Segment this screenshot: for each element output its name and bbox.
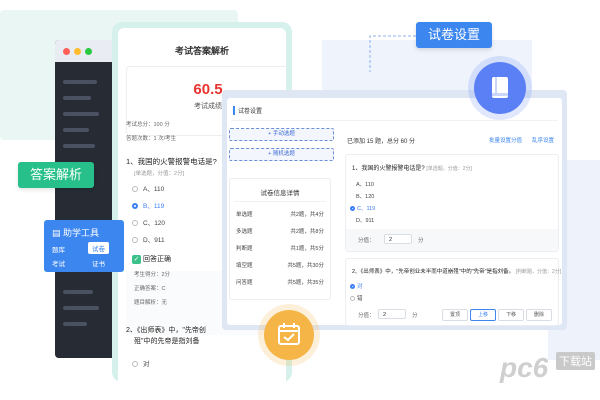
paper-settings-card: 试卷设置 + 手动选题 + 随机选题 试卷信息详情 单选题 共2题，共4分 多选题… (227, 98, 562, 326)
manual-select-button[interactable]: + 手动选题 (229, 128, 334, 141)
delete-button[interactable]: 删除 (526, 309, 552, 321)
q1-meta: [单选题，分值：2分] (134, 171, 185, 177)
pc6-watermark: pc6 下载站 (500, 346, 596, 396)
move-up-button[interactable]: 上移 (470, 309, 496, 321)
dark-sidebar (55, 62, 113, 358)
shuffle-link[interactable]: 乱序设置 (532, 136, 554, 144)
dashed-connector (369, 35, 416, 72)
maximize-dot-icon[interactable] (85, 48, 92, 55)
sq2-score-input[interactable]: 2 (378, 309, 406, 319)
move-top-button[interactable]: 置顶 (442, 309, 468, 321)
minimize-dot-icon[interactable] (74, 48, 81, 55)
book-icon (492, 77, 508, 98)
calendar-check-icon (278, 323, 300, 345)
calendar-badge (264, 310, 314, 360)
skeleton-line (63, 322, 87, 326)
help-tools-panel: ▤ 助学工具 题库 试卷 考试 证书 (44, 220, 124, 272)
batch-score-link[interactable]: 批量设置分值 (489, 136, 522, 144)
tools-item-bank[interactable]: 题库 (52, 244, 65, 254)
info-row-fill: 填空题 共5题，共30分 (236, 263, 324, 269)
skeleton-line (63, 96, 91, 100)
info-row-multi: 多选题 共2题，共8分 (236, 229, 324, 235)
radio-icon (350, 296, 355, 302)
radio-selected-icon (132, 203, 138, 210)
sq1-footer (346, 229, 558, 251)
correct-answer: 正确答案：C (134, 286, 166, 292)
paper-settings-window: 试卷设置 + 手动选题 + 随机选题 试卷信息详情 单选题 共2题，共4分 多选题… (222, 90, 567, 330)
skeleton-line (63, 144, 95, 148)
answer-status: ✓ 回答正确 (132, 254, 171, 264)
sq2-score-unit: 分 (412, 313, 418, 319)
q2-text-line1: 2、《出师表》中，"先帝创 (126, 327, 206, 334)
watermark-logo: pc6 (500, 352, 549, 383)
book-badge (474, 62, 526, 114)
sq1-text: 1、我国的火警报警电话是? [单选题，分值：2分] (352, 166, 472, 172)
info-row-essay: 问答题 共5题，共35分 (236, 280, 324, 286)
close-dot-icon[interactable] (63, 48, 70, 55)
skeleton-line (63, 112, 99, 116)
q1-option-a[interactable]: A、110 (132, 183, 164, 193)
q1-text: 1、我国的火警报警电话是? (126, 157, 217, 166)
settings-header: 试卷设置 (233, 106, 262, 115)
divider (234, 201, 326, 202)
help-tools-title: ▤ 助学工具 (52, 228, 100, 238)
sq1-option-a[interactable]: A、110 (356, 180, 374, 188)
settings-question-card-1: 1、我国的火警报警电话是? [单选题，分值：2分] A、110 B、120 C、… (345, 154, 559, 252)
explanation: 题目解析：无 (134, 300, 168, 306)
sq1-score-label: 分值： (358, 238, 375, 244)
sq1-score-unit: 分 (418, 238, 424, 244)
settings-question-card-2: 2、《出师表》中，"先帝创业未半而中道崩殂"中的"先帝"是指刘备。 [判断题，分… (345, 258, 562, 326)
sq2-text: 2、《出师表》中，"先帝创业未半而中道崩殂"中的"先帝"是指刘备。 [判断题，分… (352, 269, 562, 275)
divider (231, 120, 558, 121)
skeleton-line (63, 128, 89, 132)
radio-icon (132, 237, 138, 244)
tools-item-paper[interactable]: 试卷 (88, 242, 109, 254)
random-select-button[interactable]: + 随机选题 (229, 148, 334, 161)
answer-analysis-label: 答案解析 (18, 162, 94, 188)
info-title: 试卷信息详情 (260, 190, 300, 197)
paper-info-box: 试卷信息详情 单选题 共2题，共4分 多选题 共2题，共8分 判断题 共1题，共5分 … (229, 178, 331, 300)
sq2-score-label: 分值： (358, 313, 375, 319)
q1-option-b[interactable]: B、119 (132, 200, 164, 210)
sq1-option-c[interactable]: C、119 (350, 204, 375, 212)
q1-option-c[interactable]: C、120 (132, 217, 165, 227)
check-icon: ✓ (132, 254, 141, 264)
skeleton-line (63, 80, 97, 84)
paper-summary: 已添加 15 题，总分 60 分 (347, 139, 416, 145)
q2-text-line2: 殂"中的先帝是指刘备 (134, 338, 200, 345)
radio-icon (132, 361, 138, 368)
tools-item-certificate[interactable]: 证书 (92, 258, 105, 268)
sq1-option-b[interactable]: B、120 (356, 192, 374, 200)
watermark-sub: 下载站 (556, 352, 595, 370)
exam-title: 考试答案解析 (174, 46, 229, 56)
radio-icon (132, 220, 138, 227)
attempts-text: 答题次数：1 次/考生 (126, 136, 177, 142)
paper-settings-label: 试卷设置 (416, 22, 492, 48)
total-score-text: 考试总分：100 分 (126, 122, 170, 128)
info-row-single: 单选题 共2题，共4分 (236, 212, 324, 218)
sq2-option-false[interactable]: 错 (350, 294, 363, 302)
q2-option-true[interactable]: 对 (132, 358, 150, 368)
radio-selected-icon (350, 284, 355, 290)
candidate-score: 考生得分：2分 (134, 272, 171, 278)
radio-selected-icon (350, 206, 355, 212)
sq2-option-true[interactable]: 对 (350, 282, 363, 290)
skeleton-line (63, 306, 99, 310)
clipboard-icon: ▤ (52, 228, 61, 238)
q1-option-d[interactable]: D、911 (132, 234, 165, 244)
sq1-option-d[interactable]: D、911 (356, 216, 374, 224)
tools-item-exam[interactable]: 考试 (52, 258, 65, 268)
move-down-button[interactable]: 下移 (498, 309, 524, 321)
skeleton-line (63, 290, 93, 294)
sq1-score-input[interactable]: 2 (384, 234, 412, 244)
info-row-judge: 判断题 共1题，共5分 (236, 246, 324, 252)
radio-icon (132, 186, 138, 193)
